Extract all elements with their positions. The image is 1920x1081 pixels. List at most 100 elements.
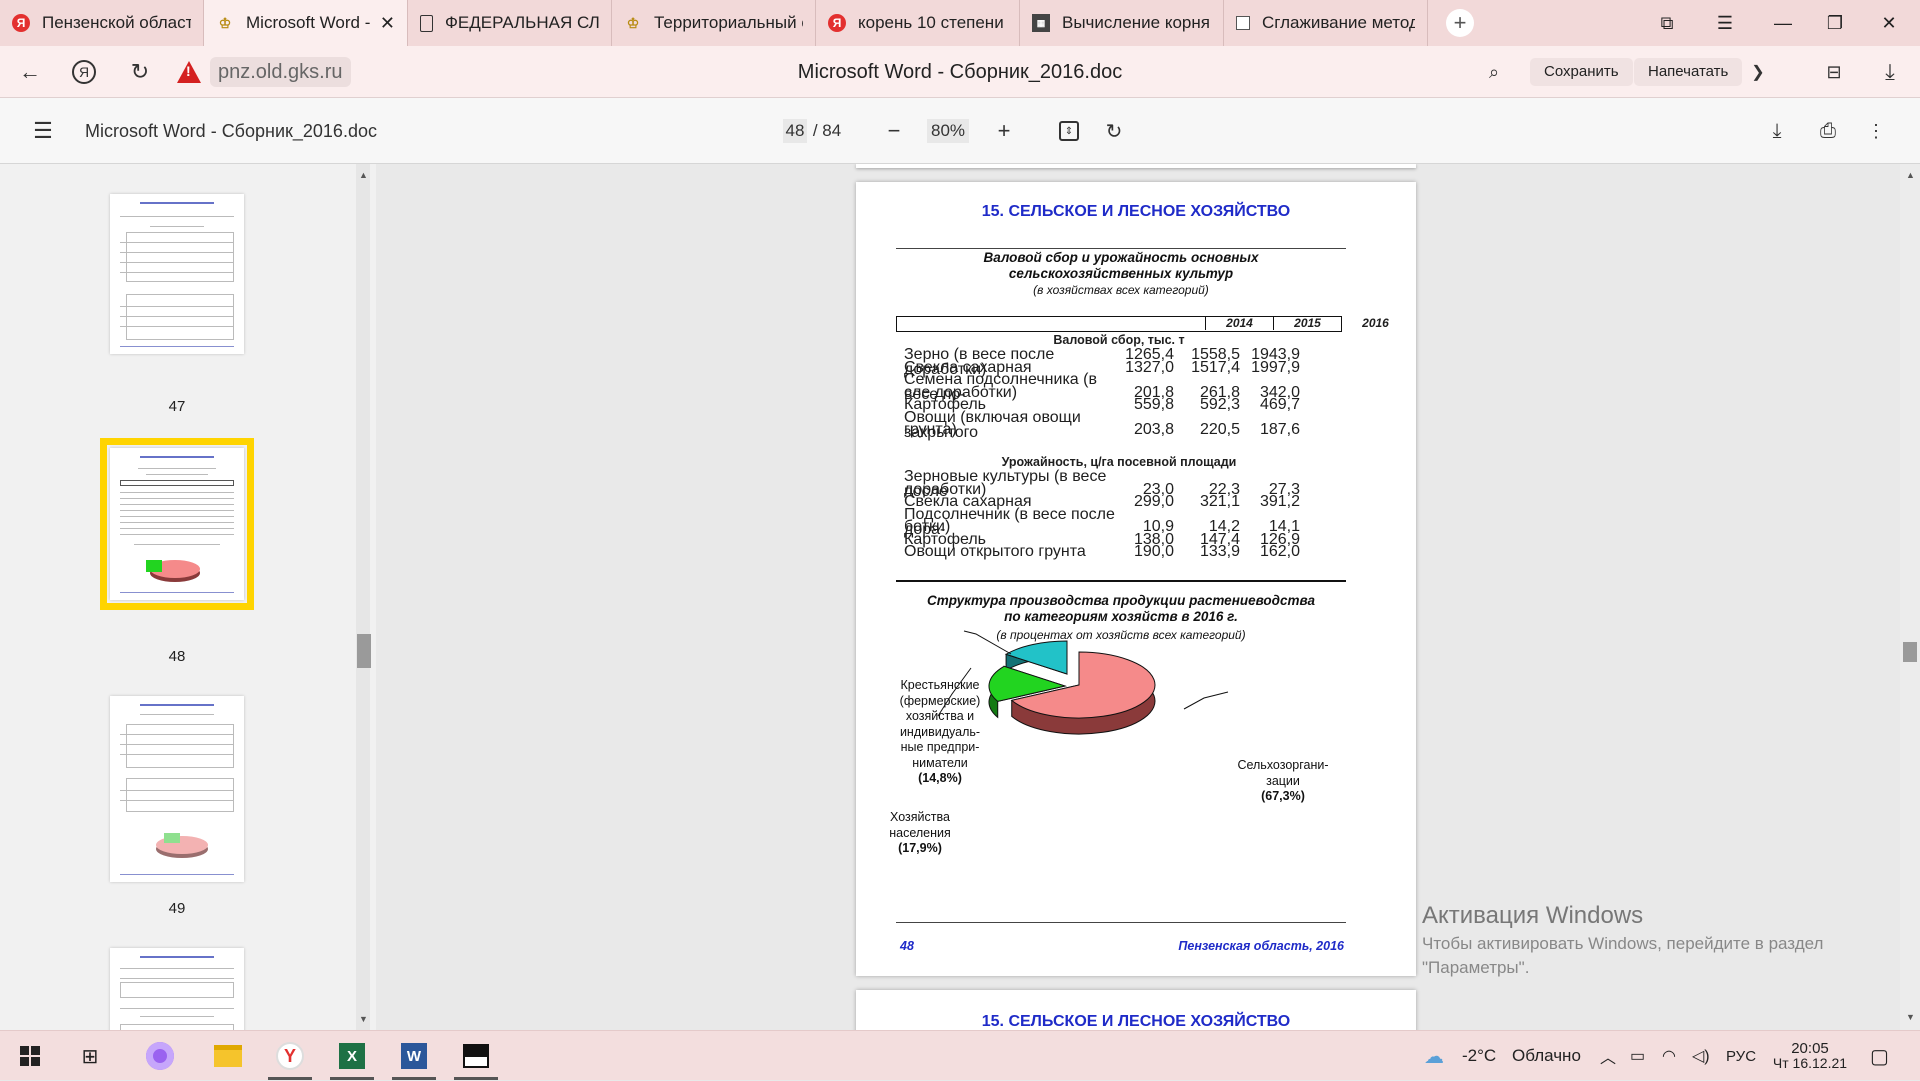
- next-page-header: 15. СЕЛЬСКОЕ И ЛЕСНОЕ ХОЗЯЙСТВО: [981, 1013, 1291, 1030]
- sidebar-scroll-thumb[interactable]: [357, 634, 371, 668]
- volume-icon[interactable]: ◁): [1692, 1031, 1710, 1081]
- rotate-icon[interactable]: ↻: [1102, 98, 1126, 164]
- prev-page-edge: [856, 164, 1416, 168]
- thumbnail-number: 47: [168, 398, 186, 415]
- calc-site-icon: ▦: [1032, 14, 1050, 32]
- tabs-menu-icon[interactable]: ⧉: [1640, 0, 1694, 46]
- zoom-in-icon[interactable]: +: [990, 98, 1018, 164]
- notifications-icon[interactable]: ▢: [1870, 1031, 1889, 1081]
- file-explorer-icon[interactable]: [198, 1031, 258, 1081]
- main-scroll-thumb[interactable]: [1903, 642, 1917, 662]
- thumbnail-page-48[interactable]: [100, 438, 254, 610]
- tab-7[interactable]: Сглаживание методо: [1224, 0, 1428, 46]
- main-scroll-down-icon[interactable]: ▼: [1906, 1012, 1915, 1022]
- tab-1[interactable]: Я Пензенской области -: [0, 0, 204, 46]
- zoom-level[interactable]: 80%: [926, 119, 970, 143]
- alice-icon[interactable]: [130, 1031, 190, 1081]
- search-icon[interactable]: ⌕: [1474, 46, 1514, 98]
- menu-icon[interactable]: ☰: [1698, 0, 1752, 46]
- weather-temp[interactable]: -2°C: [1462, 1031, 1496, 1081]
- activation-watermark-line1: Чтобы активировать Windows, перейдите в …: [1422, 934, 1824, 953]
- footer-page-number: 48: [900, 939, 914, 953]
- yandex-icon: Я: [12, 14, 30, 32]
- print-icon[interactable]: ⎙: [1814, 98, 1842, 164]
- chevron-down-icon[interactable]: ❯: [1738, 46, 1778, 98]
- activation-watermark-line2: "Параметры".: [1422, 958, 1530, 977]
- task-view-icon[interactable]: ⊞: [60, 1031, 120, 1081]
- download-pdf-icon[interactable]: ⤓: [1764, 98, 1790, 164]
- more-options-icon[interactable]: ⋮: [1866, 98, 1886, 164]
- new-tab-button[interactable]: +: [1446, 9, 1474, 37]
- document-icon: [420, 14, 433, 32]
- tab-label: корень 10 степени он: [858, 13, 1007, 32]
- scroll-down-icon[interactable]: ▼: [359, 1014, 368, 1024]
- start-button[interactable]: [0, 1031, 60, 1081]
- tab-label: Территориальный ор: [654, 13, 803, 32]
- battery-icon[interactable]: ▭: [1630, 1031, 1645, 1081]
- language-indicator[interactable]: РУС: [1726, 1031, 1756, 1081]
- pie-slice: [1004, 640, 1068, 675]
- photos-icon[interactable]: [446, 1031, 506, 1081]
- excel-icon[interactable]: X: [322, 1031, 382, 1081]
- activation-watermark-title: Активация Windows: [1422, 902, 1644, 929]
- page-number-input[interactable]: 48: [782, 119, 808, 143]
- thumbnail-page-47[interactable]: [110, 194, 244, 354]
- leader-line: [963, 630, 1012, 655]
- leader-line: [1183, 691, 1229, 710]
- wifi-icon[interactable]: ◠: [1662, 1031, 1676, 1081]
- reload-icon[interactable]: ↻: [120, 46, 160, 98]
- back-icon[interactable]: ←: [10, 46, 50, 98]
- sidebar-menu-icon[interactable]: ☰: [28, 98, 58, 164]
- tab-bar: Я Пензенской области - ♔ Microsoft Word - …: [0, 0, 1920, 46]
- tab-label: ФЕДЕРАЛЬНАЯ СЛУЖ: [445, 13, 599, 32]
- white-square-icon: [1236, 16, 1250, 30]
- tab-6[interactable]: ▦ Вычисление корня 10: [1020, 0, 1224, 46]
- bookmarks-icon[interactable]: ⊟: [1814, 46, 1854, 98]
- print-button[interactable]: Напечатать: [1634, 58, 1743, 86]
- download-icon[interactable]: ⤓: [1870, 46, 1910, 98]
- weather-desc[interactable]: Облачно: [1512, 1031, 1581, 1081]
- yandex-browser-icon[interactable]: Y: [260, 1031, 320, 1081]
- minimize-icon[interactable]: —: [1756, 0, 1810, 46]
- taskbar: ⊞ Y X W ☁ -2°C Облачно ︿ ▭ ◠ ◁) РУС 20:0…: [0, 1030, 1920, 1080]
- pdf-page-49: 15. СЕЛЬСКОЕ И ЛЕСНОЕ ХОЗЯЙСТВО: [856, 990, 1416, 1030]
- document-view[interactable]: 15. СЕЛЬСКОЕ И ЛЕСНОЕ ХОЗЯЙСТВО Валовой …: [376, 164, 1920, 1030]
- maximize-icon[interactable]: ❐: [1808, 0, 1862, 46]
- page-total: / 84: [812, 121, 842, 140]
- scroll-up-icon[interactable]: ▲: [359, 170, 368, 180]
- zoom-out-icon[interactable]: −: [880, 98, 908, 164]
- pdf-toolbar: ☰ Microsoft Word - Сборник_2016.doc 48 /…: [0, 98, 1920, 164]
- thumbnail-sidebar: 47 48 49 ▲ ▼: [0, 164, 376, 1030]
- close-tab-icon[interactable]: ✕: [380, 13, 395, 34]
- tab-3[interactable]: ФЕДЕРАЛЬНАЯ СЛУЖ: [408, 0, 612, 46]
- pdf-page-48: 15. СЕЛЬСКОЕ И ЛЕСНОЕ ХОЗЯЙСТВО Валовой …: [856, 182, 1416, 976]
- tab-label: Microsoft Word - Сб: [246, 13, 374, 32]
- yandex-home-icon[interactable]: Я: [64, 46, 104, 98]
- thumbnail-page-49[interactable]: [110, 696, 244, 882]
- slice-label-agri-orgs: Сельхозоргани-зации (67,3%): [1237, 758, 1329, 803]
- main-scrollbar[interactable]: [1900, 164, 1920, 1030]
- tray-chevron-icon[interactable]: ︿: [1600, 1031, 1616, 1081]
- fit-page-icon[interactable]: ⇕: [1056, 98, 1082, 164]
- close-window-icon[interactable]: ✕: [1862, 0, 1916, 46]
- clock-time[interactable]: 20:05: [1780, 1031, 1840, 1057]
- tab-4[interactable]: ♔ Территориальный ор: [612, 0, 816, 46]
- thumbnail-number: 49: [168, 900, 186, 917]
- weather-icon[interactable]: ☁: [1424, 1031, 1444, 1081]
- save-button[interactable]: Сохранить: [1530, 58, 1633, 86]
- address-bar: Microsoft Word - Сборник_2016.doc ← Я ↻ …: [0, 46, 1920, 98]
- yandex-icon: Я: [828, 14, 846, 32]
- url-field[interactable]: pnz.old.gks.ru: [210, 57, 351, 87]
- sidebar-scrollbar[interactable]: [356, 164, 370, 1030]
- tab-label: Вычисление корня 10: [1062, 13, 1211, 32]
- document-title: Microsoft Word - Сборник_2016.doc: [85, 120, 377, 141]
- pie-chart: [937, 630, 1229, 735]
- clock-date[interactable]: Чт 16.12.21: [1770, 1055, 1850, 1081]
- tab-2[interactable]: ♔ Microsoft Word - Сб ✕: [204, 0, 408, 46]
- thumbnail-page-50[interactable]: [110, 948, 244, 1030]
- word-icon[interactable]: W: [384, 1031, 444, 1081]
- emblem-icon: ♔: [626, 14, 640, 31]
- tab-label: Сглаживание методо: [1262, 13, 1415, 32]
- main-scroll-up-icon[interactable]: ▲: [1906, 170, 1915, 180]
- tab-5[interactable]: Якорень 10 степени он: [816, 0, 1020, 46]
